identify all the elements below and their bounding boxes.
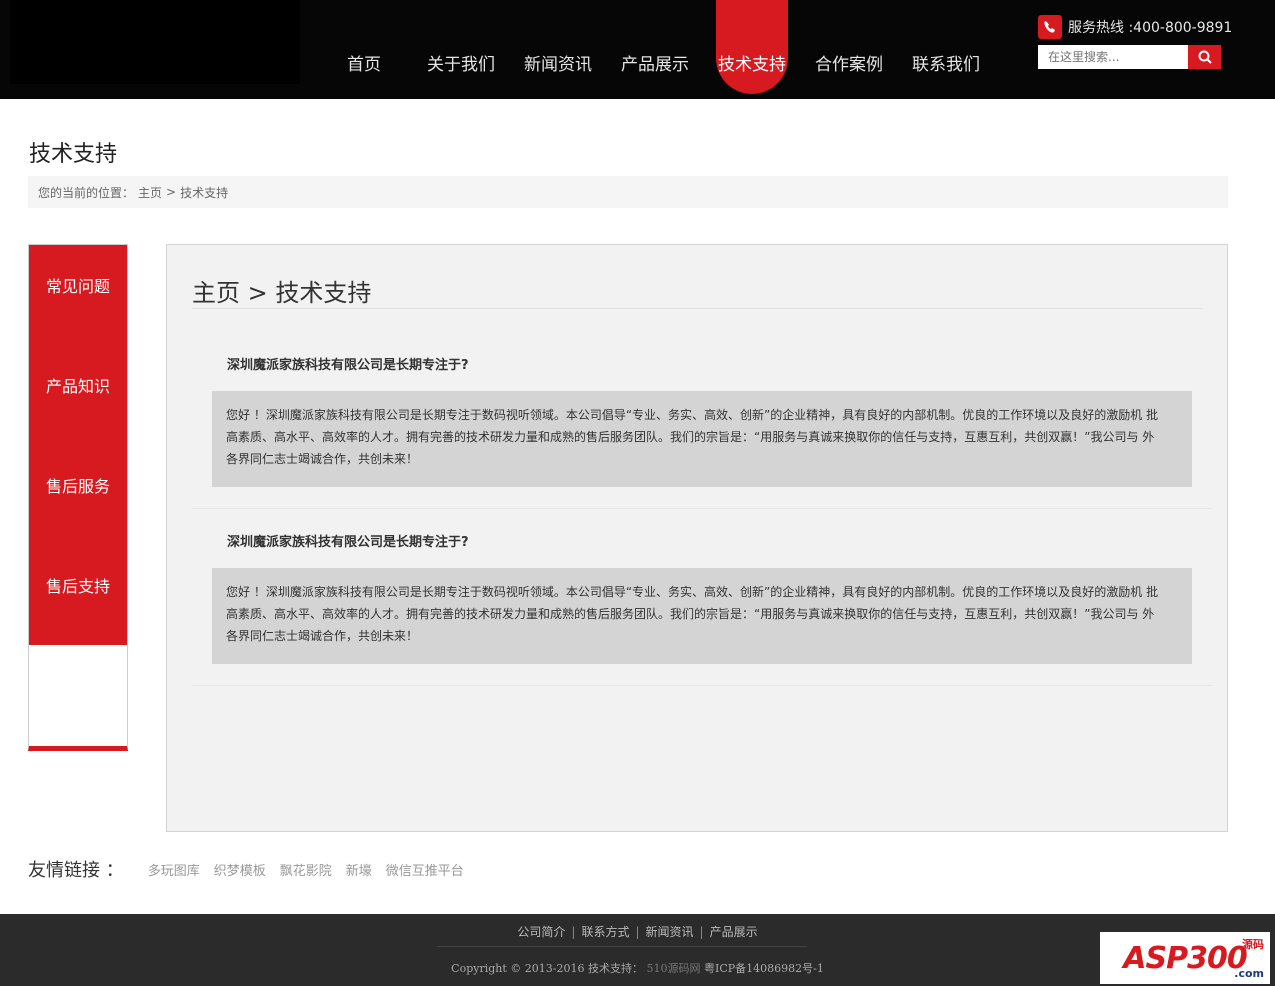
faq-answer-line: 各界同仁志士竭诚合作，共创未来！ <box>226 629 419 643</box>
friendly-links: 友情链接 ： 多玩图库 织梦模板 飘花影院 新壕 微信互推平台 <box>28 856 464 882</box>
nav-item-cases[interactable]: 合作案例 <box>811 0 887 99</box>
footer-separator: | <box>571 925 576 939</box>
faq-answer-line: 高素质、高水平、高效率的人才。拥有完善的技术研发力量和成熟的售后服务团队。我们的… <box>226 607 1155 621</box>
breadcrumb-prefix: 您的当前的位置： <box>38 185 135 200</box>
main-content: 主页 > 技术支持 深圳魔派家族科技有限公司是长期专注于? 您好 ！深圳魔派家族… <box>166 244 1228 832</box>
nav-item-products[interactable]: 产品展示 <box>617 0 693 99</box>
faq-divider <box>192 508 1212 509</box>
phone-icon <box>1038 15 1062 39</box>
breadcrumb: 您的当前的位置： 主页 > 技术支持 <box>28 176 1228 208</box>
breadcrumb-current: 技术支持 <box>180 185 229 200</box>
sidebar-menu: 常见问题 产品知识 售后服务 售后支持 <box>29 245 127 645</box>
footer-divider <box>437 946 807 947</box>
sidebar: 常见问题 产品知识 售后服务 售后支持 <box>28 244 128 751</box>
watermark-text: ASP300 <box>1123 940 1247 976</box>
friendly-link[interactable]: 新壕 <box>346 860 372 879</box>
sidebar-item-faq[interactable]: 常见问题 <box>29 272 127 302</box>
nav-item-contact[interactable]: 联系我们 <box>908 0 984 99</box>
sidebar-item-after-sales-service[interactable]: 售后服务 <box>29 472 127 502</box>
hotline-text: 服务热线 :400-800-9891 <box>1068 20 1233 36</box>
watermark-domain: .com <box>1234 967 1264 980</box>
sidebar-item-product-knowledge[interactable]: 产品知识 <box>29 372 127 402</box>
breadcrumb-separator: > <box>166 185 177 199</box>
faq-answer: 您好 ！深圳魔派家族科技有限公司是长期专注于数码视听领域。本公司倡导“专业、务实… <box>212 391 1192 487</box>
footer-nav: 公司简介 | 联系方式 | 新闻资讯 | 产品展示 <box>0 923 1275 940</box>
watermark-logo: ASP300 源码 .com <box>1100 932 1270 984</box>
footer-separator: | <box>635 925 640 939</box>
friendly-link[interactable]: 多玩图库 <box>148 860 200 879</box>
footer-link-products[interactable]: 产品展示 <box>710 925 758 939</box>
footer-separator: | <box>699 925 704 939</box>
sidebar-item-after-sales-support[interactable]: 售后支持 <box>29 572 127 602</box>
faq-answer-line: 高素质、高水平、高效率的人才。拥有完善的技术研发力量和成熟的售后服务团队。我们的… <box>226 430 1155 444</box>
breadcrumb-home-link[interactable]: 主页 <box>138 184 162 201</box>
faq-question[interactable]: 深圳魔派家族科技有限公司是长期专注于? <box>227 354 469 373</box>
site-footer: 公司简介 | 联系方式 | 新闻资讯 | 产品展示 Copyright © 2013-201… <box>0 914 1275 986</box>
footer-copyright: Copyright © 2013-2016 技术支持： 510源码网 粤ICP备… <box>0 960 1275 976</box>
hotline: 服务热线 :400-800-9891 <box>1038 14 1232 40</box>
content-heading: 主页 > 技术支持 <box>192 279 372 307</box>
support-link[interactable]: 510源码网 <box>646 962 700 975</box>
watermark-sub: 源码 <box>1242 938 1264 951</box>
page-title: 技术支持 <box>29 142 118 167</box>
footer-link-contact[interactable]: 联系方式 <box>581 925 629 939</box>
faq-answer-line: 各界同仁志士竭诚合作，共创未来！ <box>226 452 419 466</box>
faq-divider <box>192 685 1212 686</box>
site-header: 首页 关于我们 新闻资讯 产品展示 技术支持 合作案例 联系我们 服务热线 :4… <box>0 0 1275 99</box>
friendly-links-label: 友情链接 ： <box>28 860 124 881</box>
copyright-text: Copyright © 2013-2016 技术支持： <box>451 962 643 975</box>
nav-item-support[interactable]: 技术支持 <box>716 0 788 94</box>
faq-answer-line: 您好 ！深圳魔派家族科技有限公司是长期专注于数码视听领域。本公司倡导“专业、务实… <box>226 408 1159 422</box>
friendly-link[interactable]: 织梦模板 <box>214 860 266 879</box>
faq-answer-line: 您好 ！深圳魔派家族科技有限公司是长期专注于数码视听领域。本公司倡导“专业、务实… <box>226 585 1159 599</box>
search-icon <box>1198 50 1212 64</box>
nav-item-news[interactable]: 新闻资讯 <box>520 0 596 99</box>
footer-link-news[interactable]: 新闻资讯 <box>646 925 694 939</box>
search-button[interactable] <box>1188 45 1221 69</box>
footer-link-about[interactable]: 公司简介 <box>517 925 565 939</box>
site-logo[interactable] <box>10 0 300 84</box>
icp-number[interactable]: 粤ICP备14086982号-1 <box>704 962 824 975</box>
friendly-link[interactable]: 飘花影院 <box>280 860 332 879</box>
friendly-link[interactable]: 微信互推平台 <box>386 860 464 879</box>
nav-item-about[interactable]: 关于我们 <box>423 0 499 99</box>
faq-answer: 您好 ！深圳魔派家族科技有限公司是长期专注于数码视听领域。本公司倡导“专业、务实… <box>212 568 1192 664</box>
search-input[interactable] <box>1038 45 1188 69</box>
faq-question[interactable]: 深圳魔派家族科技有限公司是长期专注于? <box>227 531 469 550</box>
heading-divider <box>192 308 1202 309</box>
nav-item-home[interactable]: 首页 <box>330 0 398 99</box>
